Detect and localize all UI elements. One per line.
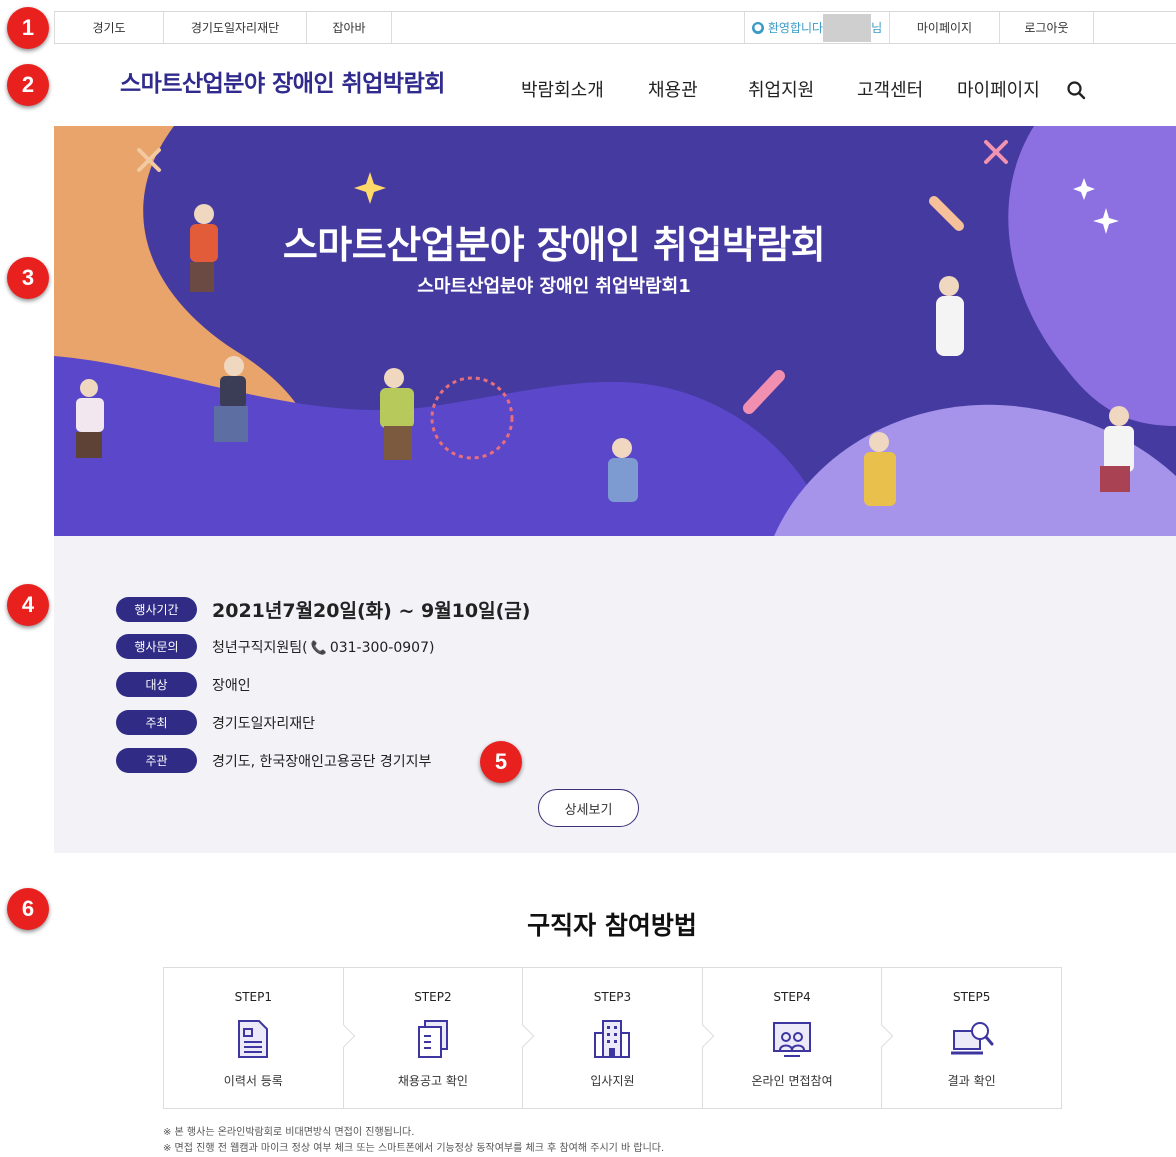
nav-item-customer-center[interactable]: 고객센터 [857, 76, 923, 102]
step-number: STEP5 [952, 990, 991, 1004]
steps-container: STEP1 이력서 등록 STEP2 채용공고 확인 STEP3 입사지원 ST… [163, 967, 1062, 1109]
resume-icon [238, 1020, 269, 1058]
step-number: STEP1 [234, 990, 272, 1004]
welcome-suffix: 님 [871, 21, 883, 35]
banner-illustration [54, 126, 1176, 536]
info-row-organizer: 주관 경기도, 한국장애인고용공단 경기지부 [116, 748, 431, 773]
callout-marker-4: 4 [7, 584, 49, 626]
callout-marker-6: 6 [7, 888, 49, 930]
event-info-section: 행사기간 2021년7월20일(화) ~ 9월10일(금) 행사문의 청년구직지… [54, 536, 1176, 853]
info-label-organizer: 주관 [116, 748, 197, 773]
user-icon: ● [751, 21, 764, 34]
callout-marker-5: 5 [480, 741, 522, 783]
step-label: 이력서 등록 [223, 1074, 283, 1088]
utility-bar: 경기도 경기도일자리재단 잡아바 ● 환영합니다 님 마이페이지 로그아웃 [54, 11, 1176, 44]
magnifier-laptop-icon [950, 1022, 994, 1055]
participation-notes: ※ 본 행사는 온라인박람회로 비대면방식 면접이 진행됩니다. ※ 면접 진행… [163, 1125, 664, 1157]
util-mypage-link[interactable]: 마이페이지 [890, 12, 1000, 43]
documents-icon [417, 1020, 448, 1058]
step-3[interactable]: STEP3 입사지원 [523, 968, 715, 1108]
logout-link[interactable]: 로그아웃 [1000, 12, 1094, 43]
note-line-2: ※ 면접 진행 전 웹캠과 마이크 정상 여부 체크 또는 스마트폰에서 기능정… [163, 1143, 665, 1154]
step-number: STEP2 [414, 990, 452, 1004]
info-label-period: 행사기간 [116, 597, 197, 622]
step-number: STEP4 [773, 990, 811, 1004]
step-2[interactable]: STEP2 채용공고 확인 [344, 968, 535, 1108]
banner-title: 스마트산업분야 장애인 취업박람회 [282, 223, 826, 267]
inquiry-phone: 031-300-0907) [329, 639, 435, 656]
redacted-username [823, 13, 872, 42]
step-label: 채용공고 확인 [397, 1074, 468, 1088]
util-link-job-foundation[interactable]: 경기도일자리재단 [164, 12, 307, 43]
nav-item-job-support[interactable]: 취업지원 [748, 76, 814, 102]
info-label-host: 주최 [116, 710, 197, 735]
building-icon [594, 1020, 631, 1058]
info-row-host: 주최 경기도일자리재단 [116, 710, 315, 735]
util-link-gyeonggi[interactable]: 경기도 [54, 12, 164, 43]
site-logo[interactable]: 스마트산업분야 장애인 취업박람회 [120, 64, 445, 98]
welcome-prefix: 환영합니다 [767, 21, 824, 35]
callout-marker-1: 1 [7, 7, 49, 49]
callout-marker-2: 2 [7, 64, 49, 106]
step-5[interactable]: STEP5 결과 확인 [882, 968, 1061, 1108]
info-value-organizer: 경기도, 한국장애인고용공단 경기지부 [212, 753, 432, 770]
step-1[interactable]: STEP1 이력서 등록 [164, 968, 355, 1108]
section-title: 구직자 참여방법 [527, 911, 697, 940]
callout-marker-3: 3 [7, 257, 49, 299]
welcome-message: ● 환영합니다 님 [744, 12, 890, 43]
step-4[interactable]: STEP4 온라인 면접참여 [703, 968, 894, 1108]
info-value-host: 경기도일자리재단 [212, 715, 316, 732]
nav-item-recruitment[interactable]: 채용관 [648, 76, 698, 102]
step-label: 온라인 면접참여 [751, 1074, 833, 1088]
info-label-inquiry: 행사문의 [116, 634, 197, 659]
inquiry-team: 청년구직지원팀( [212, 639, 308, 656]
info-label-target: 대상 [116, 672, 197, 697]
info-row-target: 대상 장애인 [116, 672, 251, 697]
nav-item-about[interactable]: 박람회소개 [521, 76, 604, 102]
util-link-jobaba[interactable]: 잡아바 [307, 12, 392, 43]
info-value-target: 장애인 [212, 677, 251, 694]
info-row-period: 행사기간 2021년7월20일(화) ~ 9월10일(금) [116, 596, 530, 623]
info-value-inquiry: 청년구직지원팀(📞 031-300-0907) [212, 637, 434, 657]
info-value-period: 2021년7월20일(화) ~ 9월10일(금) [212, 600, 531, 622]
phone-icon: 📞 [310, 640, 327, 656]
step-number: STEP3 [593, 990, 632, 1004]
video-interview-icon [773, 1022, 812, 1057]
note-line-1: ※ 본 행사는 온라인박람회로 비대면방식 면접이 진행됩니다. [163, 1127, 415, 1138]
hero-banner: 스마트산업분야 장애인 취업박람회 스마트산업분야 장애인 취업박람회1 [54, 126, 1176, 536]
step-label: 입사지원 [590, 1074, 635, 1088]
banner-subtitle: 스마트산업분야 장애인 취업박람회1 [417, 276, 691, 297]
search-icon[interactable] [1066, 80, 1086, 100]
info-row-inquiry: 행사문의 청년구직지원팀(📞 031-300-0907) [116, 634, 434, 659]
detail-view-button[interactable]: 상세보기 [538, 789, 639, 827]
step-label: 결과 확인 [947, 1074, 996, 1088]
nav-item-mypage[interactable]: 마이페이지 [957, 76, 1040, 102]
